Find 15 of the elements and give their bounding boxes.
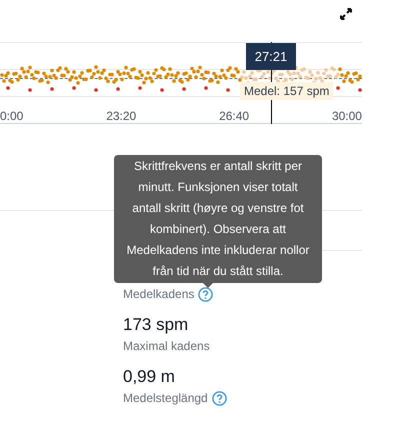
help-icon[interactable] <box>198 286 214 302</box>
axis-label: 23:20 <box>106 108 136 125</box>
expand-icon[interactable] <box>340 8 352 20</box>
axis-label: 26:40 <box>219 108 250 125</box>
average-label: Medel: 157 spm <box>240 82 334 100</box>
stat-value: 173 spm <box>123 314 190 336</box>
tooltip-text: Skrittfrekvens er antall skritt per minutt. Funksjonen viser totalt antall skritt (høyre og venstre fot kombinert). Observera att Medelkadens inte inkluderar nollor från tid när du stått stilla. <box>126 158 310 280</box>
axis-label: 0:00 <box>0 108 24 125</box>
stat-value: 0,99 m <box>123 366 176 388</box>
stat-label: Medelsteglängd <box>123 390 208 407</box>
help-icon[interactable] <box>212 390 227 406</box>
axis-label: 30:00 <box>332 108 362 125</box>
stat-label: Maximal kadens <box>123 338 210 355</box>
stat-label: Medelkadens <box>123 286 194 303</box>
cursor-time-label: 27:21 <box>246 43 296 70</box>
